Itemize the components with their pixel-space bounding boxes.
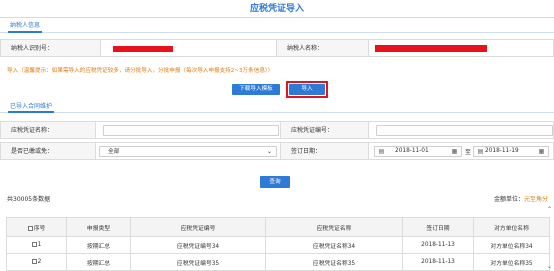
reconciled-label: 是否已缴或免： bbox=[1, 143, 96, 159]
tab-imported-contracts[interactable]: 已导入合同维护 bbox=[8, 100, 55, 113]
row-select-cell[interactable]: 2 bbox=[6, 253, 67, 271]
row-checkbox[interactable] bbox=[31, 242, 37, 247]
amount-unit-label: 金额单位： bbox=[493, 196, 524, 203]
date-to-input[interactable]: ▤ 2018-11-19 ▦ bbox=[473, 146, 549, 157]
voucher-name-input[interactable] bbox=[103, 125, 279, 136]
voucher-no-label: 应税凭证编号： bbox=[281, 122, 369, 138]
calendar-icon: ▤ bbox=[378, 148, 385, 155]
taxpayer-id-value bbox=[101, 40, 277, 56]
sign-date-label: 签订日期： bbox=[281, 143, 369, 159]
header-voucher-no: 应税凭证编号 bbox=[130, 217, 266, 237]
header-voucher-name: 应税凭证名称 bbox=[265, 217, 403, 237]
scroll-up-icon[interactable]: ⌃ bbox=[547, 206, 552, 213]
calendar-grid-icon[interactable]: ▦ bbox=[449, 147, 460, 156]
row-declare-type: 按期汇总 bbox=[66, 236, 131, 254]
table-row[interactable]: 2 按期汇总 应税凭证编号35 应税凭证名称35 2018-11-13 对方单位… bbox=[6, 253, 550, 271]
select-all-checkbox[interactable] bbox=[27, 225, 33, 231]
row-counterparty: 对方单位名称35 bbox=[473, 253, 550, 271]
taxpayer-id-label: 纳税人识别号： bbox=[1, 40, 101, 56]
tab-taxpayer-info[interactable]: 纳税人信息 bbox=[8, 19, 43, 33]
download-template-button[interactable]: 下载导入模板 bbox=[232, 84, 280, 95]
import-button[interactable]: 导入 bbox=[289, 84, 325, 95]
taxpayer-name-value bbox=[369, 40, 554, 56]
date-to-value: 2018-11-19 bbox=[485, 148, 519, 154]
scroll-down-icon[interactable]: ⌄ bbox=[547, 263, 552, 270]
row-serial: 1 bbox=[37, 242, 42, 248]
header-counterparty: 对方单位名称 bbox=[473, 217, 550, 237]
filter-row-2: 是否已缴或免： 全部 ⌄ 签订日期： ▤ 2018-11-01 ▦ 至 ▤ 20… bbox=[0, 142, 554, 160]
header-declare-type: 申报类型 bbox=[66, 217, 131, 237]
row-serial: 2 bbox=[37, 259, 42, 265]
table-header-row: 序号 申报类型 应税凭证编号 应税凭证名称 签订日期 对方单位名称 bbox=[6, 217, 550, 237]
amount-unit: 金额单位：元至角分 bbox=[494, 194, 548, 203]
chevron-down-icon: ⌄ bbox=[266, 148, 272, 155]
taxpayer-row: 纳税人识别号： 纳税人名称： bbox=[0, 39, 554, 57]
row-sign-date: 2018-11-13 bbox=[402, 236, 474, 254]
taxpayer-info-tab-row: 纳税人信息 bbox=[0, 19, 554, 33]
voucher-table: 序号 申报类型 应税凭证编号 应税凭证名称 签订日期 对方单位名称 1 按期汇总… bbox=[6, 217, 550, 271]
filter-row-1: 应税凭证名称： 应税凭证编号： bbox=[0, 121, 554, 139]
title-bar: 应税凭证导入 bbox=[0, 0, 554, 18]
voucher-no-input[interactable] bbox=[376, 125, 553, 136]
row-select-cell[interactable]: 1 bbox=[6, 236, 67, 254]
row-counterparty: 对方单位名称34 bbox=[473, 236, 550, 254]
reconciled-select-value: 全部 bbox=[108, 149, 120, 155]
header-serial: 序号 bbox=[33, 225, 46, 232]
contracts-tab-row: 已导入合同维护 bbox=[0, 100, 554, 113]
row-declare-type: 按期汇总 bbox=[66, 253, 131, 271]
date-from-input[interactable]: ▤ 2018-11-01 ▦ bbox=[374, 146, 462, 157]
reconciled-cell: 全部 ⌄ bbox=[96, 143, 281, 159]
voucher-no-cell bbox=[369, 122, 554, 138]
import-hint: 导入（温馨提示：如果需导入的应税凭证较多，请分批导入，分批申报（每次导入申报支持… bbox=[7, 68, 274, 74]
row-voucher-no: 应税凭证编号35 bbox=[130, 253, 266, 271]
row-checkbox[interactable] bbox=[31, 259, 37, 264]
calendar-grid-icon[interactable]: ▦ bbox=[536, 147, 547, 156]
select-all-header[interactable]: 序号 bbox=[6, 217, 67, 237]
sign-date-cell: ▤ 2018-11-01 ▦ 至 ▤ 2018-11-19 ▦ bbox=[369, 143, 554, 159]
redacted-taxpayer-name bbox=[375, 45, 487, 52]
voucher-name-cell bbox=[96, 122, 281, 138]
row-voucher-name: 应税凭证名称35 bbox=[265, 253, 403, 271]
taxpayer-name-label: 纳税人名称： bbox=[277, 40, 369, 56]
voucher-name-label: 应税凭证名称： bbox=[1, 122, 96, 138]
amount-unit-value: 元至角分 bbox=[523, 196, 548, 203]
page-title: 应税凭证导入 bbox=[249, 4, 304, 14]
row-sign-date: 2018-11-13 bbox=[402, 253, 474, 271]
header-sign-date: 签订日期 bbox=[402, 217, 474, 237]
row-voucher-name: 应税凭证名称34 bbox=[265, 236, 403, 254]
date-separator: 至 bbox=[465, 149, 472, 156]
record-count: 共30005条数据 bbox=[7, 196, 51, 203]
redacted-taxpayer-id bbox=[113, 46, 173, 52]
row-voucher-no: 应税凭证编号34 bbox=[130, 236, 266, 254]
reconciled-select[interactable]: 全部 ⌄ bbox=[99, 146, 277, 157]
query-button[interactable]: 查询 bbox=[260, 176, 290, 188]
table-row[interactable]: 1 按期汇总 应税凭证编号34 应税凭证名称34 2018-11-13 对方单位… bbox=[6, 236, 550, 254]
date-from-value: 2018-11-01 bbox=[395, 148, 429, 154]
